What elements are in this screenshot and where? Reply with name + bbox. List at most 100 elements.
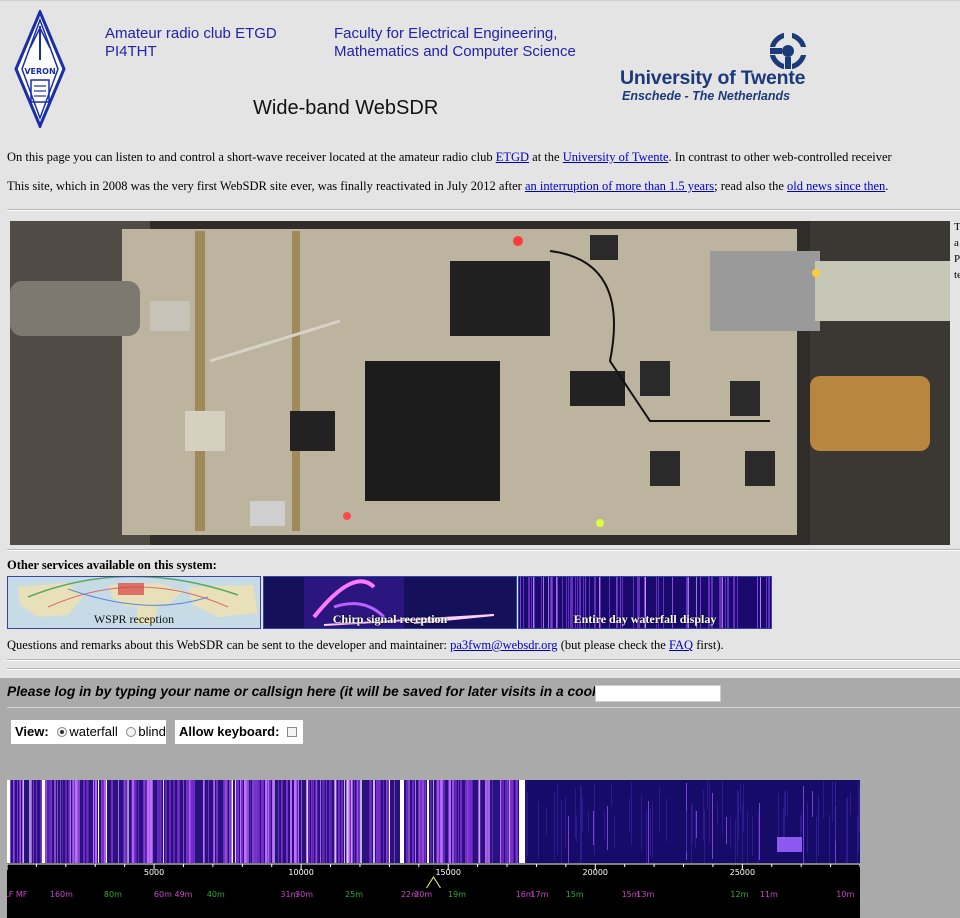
frequency-scale[interactable]: 500010000150002000025000LF MF160m80m60m4… xyxy=(7,863,860,918)
top-border xyxy=(0,0,960,1)
waterfall-signal-line xyxy=(604,811,605,841)
waterfall-signal-line xyxy=(13,780,14,863)
waterfall-signal-line xyxy=(730,816,731,847)
band-label[interactable]: 17m xyxy=(530,890,548,899)
waterfall-signal-line xyxy=(420,780,422,863)
waterfall-signal-line xyxy=(513,780,514,863)
waterfall-signal-line xyxy=(51,780,52,863)
waterfall-signal-line xyxy=(348,780,350,863)
allow-keyboard-checkbox[interactable] xyxy=(287,727,298,737)
band-label[interactable]: 15m xyxy=(566,890,584,899)
waterfall-signal-line xyxy=(329,780,330,863)
university-link[interactable]: University of Twente xyxy=(563,150,669,164)
band-label[interactable]: 80m xyxy=(104,890,122,899)
waterfall-signal-line xyxy=(704,810,705,863)
waterfall-signal-line xyxy=(123,780,124,863)
waterfall-signal-line xyxy=(311,780,313,863)
waterfall-signal-line xyxy=(581,787,582,861)
tuning-marker[interactable] xyxy=(426,876,441,889)
waterfall-signal-line xyxy=(47,780,49,863)
waterfall-signal-line xyxy=(807,803,808,853)
waterfall-signal-line xyxy=(696,811,697,838)
waterfall-display[interactable] xyxy=(7,780,860,863)
chirp-service-link[interactable]: Chirp signal reception xyxy=(263,576,517,629)
email-link[interactable]: pa3fwm@websdr.org xyxy=(450,638,557,652)
waterfall-signal-line xyxy=(78,780,79,863)
side-text: T a P te xyxy=(954,219,960,283)
waterfall-signal-line xyxy=(225,780,227,863)
waterfall-signal-line xyxy=(163,780,164,863)
waterfall-signal-line xyxy=(469,780,470,863)
intro-text: at the xyxy=(529,150,563,164)
band-label[interactable]: 160m xyxy=(50,890,73,899)
band-label[interactable]: 19m xyxy=(448,890,466,899)
waterfall-signal-line xyxy=(412,780,414,863)
band-label[interactable]: 11m xyxy=(760,890,778,899)
waterfall-signal-line xyxy=(588,811,589,833)
waterfall-signal-line xyxy=(575,788,576,838)
waterfall-signal-line xyxy=(803,786,804,863)
waterfall-signal-line xyxy=(742,804,743,863)
waterfall-signal-line xyxy=(576,815,577,842)
day-waterfall-service-link[interactable]: Entire day waterfall display xyxy=(518,576,772,629)
faculty-name: Faculty for Electrical Engineering, Math… xyxy=(334,25,576,61)
faq-link[interactable]: FAQ xyxy=(669,638,693,652)
waterfall-signal-line xyxy=(695,810,696,848)
waterfall-signal-line xyxy=(467,780,468,863)
waterfall-signal-line xyxy=(169,780,171,863)
waterfall-signal-line xyxy=(138,780,139,863)
waterfall-signal-line xyxy=(692,806,693,842)
waterfall-signal-line xyxy=(511,780,513,863)
waterfall-signal-line xyxy=(33,780,34,863)
waterfall-signal-line xyxy=(259,780,260,863)
band-label[interactable]: 25m xyxy=(345,890,363,899)
intro-text: . xyxy=(885,179,889,193)
wspr-service-link[interactable]: WSPR reception xyxy=(7,576,261,629)
side-text-line: T xyxy=(954,221,960,233)
waterfall-signal-line xyxy=(582,797,583,831)
waterfall-signal-line xyxy=(443,780,445,863)
waterfall-signal-line xyxy=(160,780,161,863)
waterfall-signal-line xyxy=(344,780,345,863)
waterfall-signal-line xyxy=(758,811,759,863)
waterfall-signal-line xyxy=(737,789,738,858)
blind-radio[interactable] xyxy=(126,727,137,737)
waterfall-signal-line xyxy=(614,817,615,847)
callsign-input[interactable] xyxy=(595,685,721,702)
waterfall-signal-line xyxy=(448,780,449,863)
waterfall-radio[interactable] xyxy=(57,727,68,737)
waterfall-signal-line xyxy=(258,780,259,863)
band-label[interactable]: 49m xyxy=(174,890,192,899)
etgd-link[interactable]: ETGD xyxy=(496,150,529,164)
waterfall-signal-line xyxy=(244,780,246,863)
band-label[interactable]: 30m xyxy=(295,890,313,899)
band-label[interactable]: 13m xyxy=(636,890,654,899)
interruption-link[interactable]: an interruption of more than 1.5 years xyxy=(525,179,714,193)
waterfall-signal-line xyxy=(273,780,274,863)
waterfall-signal-line xyxy=(148,780,149,863)
waterfall-signal-line xyxy=(286,780,288,863)
waterfall-strong-carrier xyxy=(42,780,45,863)
band-label[interactable]: 60m xyxy=(154,890,172,899)
waterfall-signal-line xyxy=(648,801,649,863)
waterfall-signal-line xyxy=(759,803,760,860)
waterfall-signal-line xyxy=(322,780,324,863)
waterfall-signal-line xyxy=(41,780,42,863)
band-label[interactable]: 40m xyxy=(207,890,225,899)
waterfall-signal-line xyxy=(45,780,47,863)
waterfall-signal-line xyxy=(387,780,388,863)
login-label: Please log in by typing your name or cal… xyxy=(7,684,621,699)
band-label[interactable]: 20m xyxy=(414,890,432,899)
band-label[interactable]: 12m xyxy=(730,890,748,899)
band-label[interactable]: LF MF xyxy=(7,890,28,899)
waterfall-signal-line xyxy=(268,780,269,863)
waterfall-signal-line xyxy=(561,801,562,863)
waterfall-signal-line xyxy=(29,780,31,863)
band-label[interactable]: 10m xyxy=(836,890,854,899)
waterfall-signal-line xyxy=(75,780,76,863)
waterfall-signal-line xyxy=(324,780,325,863)
divider xyxy=(7,209,960,211)
old-news-link[interactable]: old news since then xyxy=(787,179,885,193)
waterfall-signal-line xyxy=(859,788,860,833)
contact-paragraph: Questions and remarks about this WebSDR … xyxy=(7,638,724,653)
